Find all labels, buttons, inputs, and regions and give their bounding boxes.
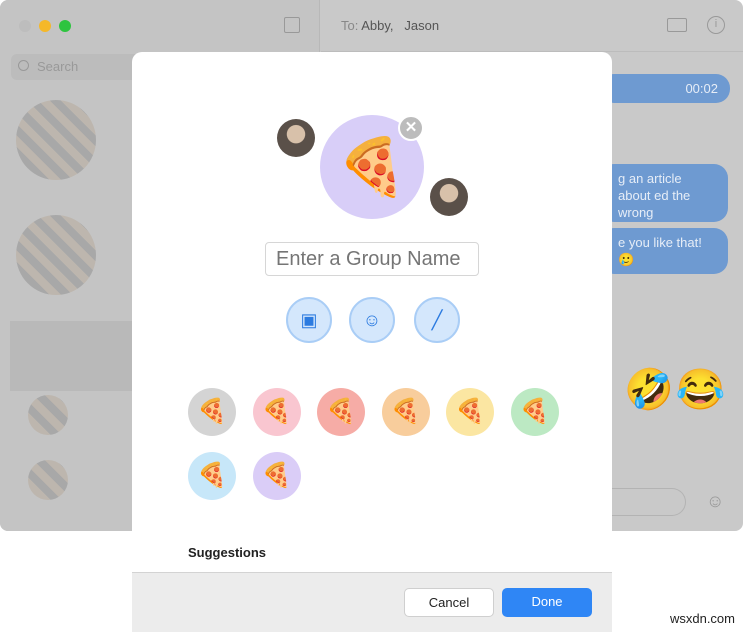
dialog-footer: Cancel Done <box>132 572 612 632</box>
recipients[interactable]: To: Abby, Jason <box>341 18 439 33</box>
search-input[interactable]: Search <box>11 54 141 80</box>
message-bubble: g an article about ed the wrong <box>600 164 728 222</box>
conversation-selected[interactable] <box>10 321 132 391</box>
conversation-avatar[interactable] <box>16 100 96 180</box>
color-swatch[interactable]: 🍕 <box>252 452 301 500</box>
message-bubble: e you like that! 🥲 <box>600 228 728 274</box>
group-photo-dialog: 🍕 ✕ ▣ ☺ ╱ 🍕🍕🍕🍕🍕🍕🍕🍕 Suggestions Cancel Do… <box>132 52 612 632</box>
group-name-input[interactable] <box>265 242 479 276</box>
chat-header: To: Abby, Jason i <box>321 0 743 52</box>
watermark: wsxdn.com <box>669 611 735 626</box>
search-icon <box>18 60 29 71</box>
remove-avatar-button[interactable]: ✕ <box>398 115 424 141</box>
cancel-button[interactable]: Cancel <box>404 588 494 617</box>
edit-button[interactable]: ╱ <box>414 297 460 343</box>
info-icon[interactable]: i <box>707 16 725 34</box>
suggestions-heading: Suggestions <box>188 545 267 560</box>
participant-avatar <box>277 119 315 157</box>
zoom-window-button[interactable] <box>59 20 71 32</box>
color-swatch[interactable]: 🍕 <box>188 388 236 436</box>
color-swatch[interactable]: 🍕 <box>510 388 559 436</box>
color-swatch[interactable]: 🍕 <box>252 388 301 436</box>
conversation-avatar[interactable] <box>28 460 68 500</box>
photos-button[interactable]: ▣ <box>286 297 332 343</box>
color-swatch[interactable]: 🍕 <box>381 388 430 436</box>
emoji-button[interactable]: ☺ <box>349 297 395 343</box>
color-swatch[interactable]: 🍕 <box>188 452 236 500</box>
traffic-lights <box>19 20 71 32</box>
video-call-icon[interactable] <box>667 18 687 32</box>
color-swatch[interactable]: 🍕 <box>446 388 494 436</box>
message-input[interactable] <box>600 488 686 516</box>
emoji-picker-icon[interactable]: ☺ <box>706 491 724 512</box>
message-bubble: 00:02 <box>600 74 730 103</box>
color-swatch[interactable]: 🍕 <box>317 388 365 436</box>
emoji-message: 🤣😂 <box>624 368 728 412</box>
compose-icon[interactable] <box>284 17 300 33</box>
done-button[interactable]: Done <box>502 588 592 617</box>
conversation-avatar[interactable] <box>16 215 96 295</box>
conversation-avatar[interactable] <box>28 395 68 435</box>
close-window-button[interactable] <box>19 20 31 32</box>
participant-avatar <box>430 178 468 216</box>
minimize-window-button[interactable] <box>39 20 51 32</box>
